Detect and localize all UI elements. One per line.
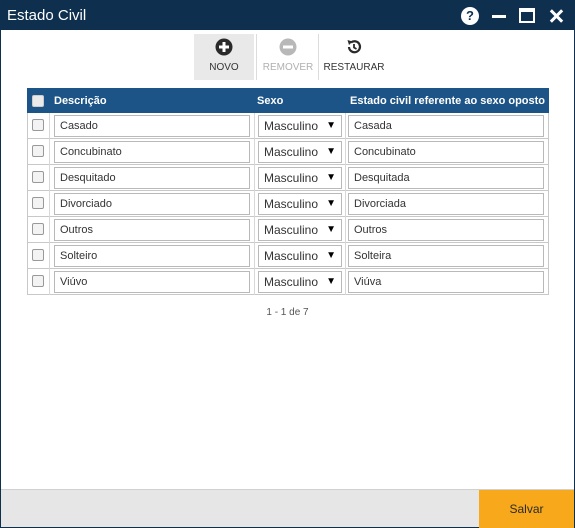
table-row: Outros Masculino ▼ Outros	[27, 217, 549, 243]
descricao-input[interactable]: Outros	[54, 219, 250, 241]
header-sexo: Sexo	[257, 95, 284, 107]
cell-divider	[49, 139, 50, 165]
cell-divider	[345, 113, 346, 139]
sexo-value: Masculino	[264, 275, 319, 289]
cell-divider	[345, 269, 346, 295]
estado-civil-grid: Descrição Sexo Estado civil referente ao…	[27, 88, 549, 295]
cell-divider	[49, 191, 50, 217]
cell-divider	[345, 243, 346, 269]
dialog-window: Estado Civil ? NOVO REMOVER RESTAURAR De…	[0, 0, 575, 528]
cell-divider	[49, 269, 50, 295]
dropdown-arrow-icon: ▼	[326, 146, 336, 157]
dropdown-arrow-icon: ▼	[326, 276, 336, 287]
row-checkbox[interactable]	[32, 145, 44, 157]
row-checkbox[interactable]	[32, 249, 44, 261]
window-title: Estado Civil	[7, 7, 87, 24]
row-checkbox[interactable]	[32, 275, 44, 287]
cell-divider	[345, 217, 346, 243]
sexo-select[interactable]: Masculino ▼	[258, 141, 342, 163]
sexo-value: Masculino	[264, 171, 319, 185]
header-descricao: Descrição	[54, 95, 107, 107]
cell-divider	[254, 243, 255, 269]
cell-divider	[345, 191, 346, 217]
row-checkbox[interactable]	[32, 197, 44, 209]
select-all-checkbox[interactable]	[32, 95, 44, 107]
row-checkbox[interactable]	[32, 171, 44, 183]
minus-circle-icon	[279, 38, 297, 56]
cell-divider	[49, 165, 50, 191]
cell-divider	[49, 113, 50, 139]
cell-divider	[345, 139, 346, 165]
dropdown-arrow-icon: ▼	[326, 198, 336, 209]
save-button[interactable]: Salvar	[479, 490, 574, 528]
row-checkbox[interactable]	[32, 223, 44, 235]
cell-divider	[49, 217, 50, 243]
descricao-input[interactable]: Solteiro	[54, 245, 250, 267]
oposto-input[interactable]: Viúva	[348, 271, 544, 293]
descricao-input[interactable]: Viúvo	[54, 271, 250, 293]
sexo-select[interactable]: Masculino ▼	[258, 245, 342, 267]
oposto-input[interactable]: Divorciada	[348, 193, 544, 215]
dropdown-arrow-icon: ▼	[326, 120, 336, 131]
help-icon[interactable]: ?	[461, 7, 479, 25]
remover-label: REMOVER	[262, 62, 314, 73]
dropdown-arrow-icon: ▼	[326, 250, 336, 261]
cell-divider	[345, 165, 346, 191]
cell-divider	[254, 269, 255, 295]
table-row: Divorciado Masculino ▼ Divorciada	[27, 191, 549, 217]
sexo-value: Masculino	[264, 249, 319, 263]
grid-header: Descrição Sexo Estado civil referente ao…	[27, 88, 549, 113]
pager-info: 1 - 1 de 7	[266, 307, 309, 318]
novo-button[interactable]: NOVO	[194, 34, 254, 80]
minimize-icon[interactable]	[490, 7, 508, 25]
cell-divider	[254, 113, 255, 139]
plus-circle-icon	[215, 38, 233, 56]
table-row: Casado Masculino ▼ Casada	[27, 113, 549, 139]
table-row: Concubinato Masculino ▼ Concubinato	[27, 139, 549, 165]
header-oposto: Estado civil referente ao sexo oposto	[350, 95, 546, 107]
sexo-select[interactable]: Masculino ▼	[258, 167, 342, 189]
table-row: Desquitado Masculino ▼ Desquitada	[27, 165, 549, 191]
table-row: Solteiro Masculino ▼ Solteira	[27, 243, 549, 269]
cell-divider	[49, 243, 50, 269]
restaurar-button[interactable]: RESTAURAR	[322, 34, 386, 80]
close-icon[interactable]	[547, 7, 565, 25]
sexo-select[interactable]: Masculino ▼	[258, 115, 342, 137]
sexo-select[interactable]: Masculino ▼	[258, 271, 342, 293]
sexo-value: Masculino	[264, 223, 319, 237]
dropdown-arrow-icon: ▼	[326, 172, 336, 183]
restore-icon	[347, 40, 362, 54]
sexo-value: Masculino	[264, 145, 319, 159]
dropdown-arrow-icon: ▼	[326, 224, 336, 235]
footer-bar: Salvar	[1, 489, 574, 528]
cell-divider	[254, 217, 255, 243]
oposto-input[interactable]: Casada	[348, 115, 544, 137]
oposto-input[interactable]: Solteira	[348, 245, 544, 267]
sexo-value: Masculino	[264, 119, 319, 133]
oposto-input[interactable]: Desquitada	[348, 167, 544, 189]
grid-rows: Casado Masculino ▼ Casada Concubinato Masculi…	[27, 113, 549, 295]
cell-divider	[254, 139, 255, 165]
descricao-input[interactable]: Concubinato	[54, 141, 250, 163]
table-row: Viúvo Masculino ▼ Viúva	[27, 269, 549, 295]
sexo-select[interactable]: Masculino ▼	[258, 219, 342, 241]
descricao-input[interactable]: Casado	[54, 115, 250, 137]
oposto-input[interactable]: Concubinato	[348, 141, 544, 163]
sexo-value: Masculino	[264, 197, 319, 211]
oposto-input[interactable]: Outros	[348, 219, 544, 241]
descricao-input[interactable]: Divorciado	[54, 193, 250, 215]
titlebar: Estado Civil ?	[1, 1, 574, 30]
remover-button[interactable]: REMOVER	[260, 34, 316, 80]
restaurar-label: RESTAURAR	[323, 62, 385, 73]
toolbar-divider	[318, 34, 319, 80]
descricao-input[interactable]: Desquitado	[54, 167, 250, 189]
cell-divider	[254, 165, 255, 191]
cell-divider	[254, 191, 255, 217]
novo-label: NOVO	[209, 62, 239, 73]
row-checkbox[interactable]	[32, 119, 44, 131]
toolbar-divider	[256, 34, 257, 80]
sexo-select[interactable]: Masculino ▼	[258, 193, 342, 215]
maximize-icon[interactable]	[518, 7, 536, 25]
